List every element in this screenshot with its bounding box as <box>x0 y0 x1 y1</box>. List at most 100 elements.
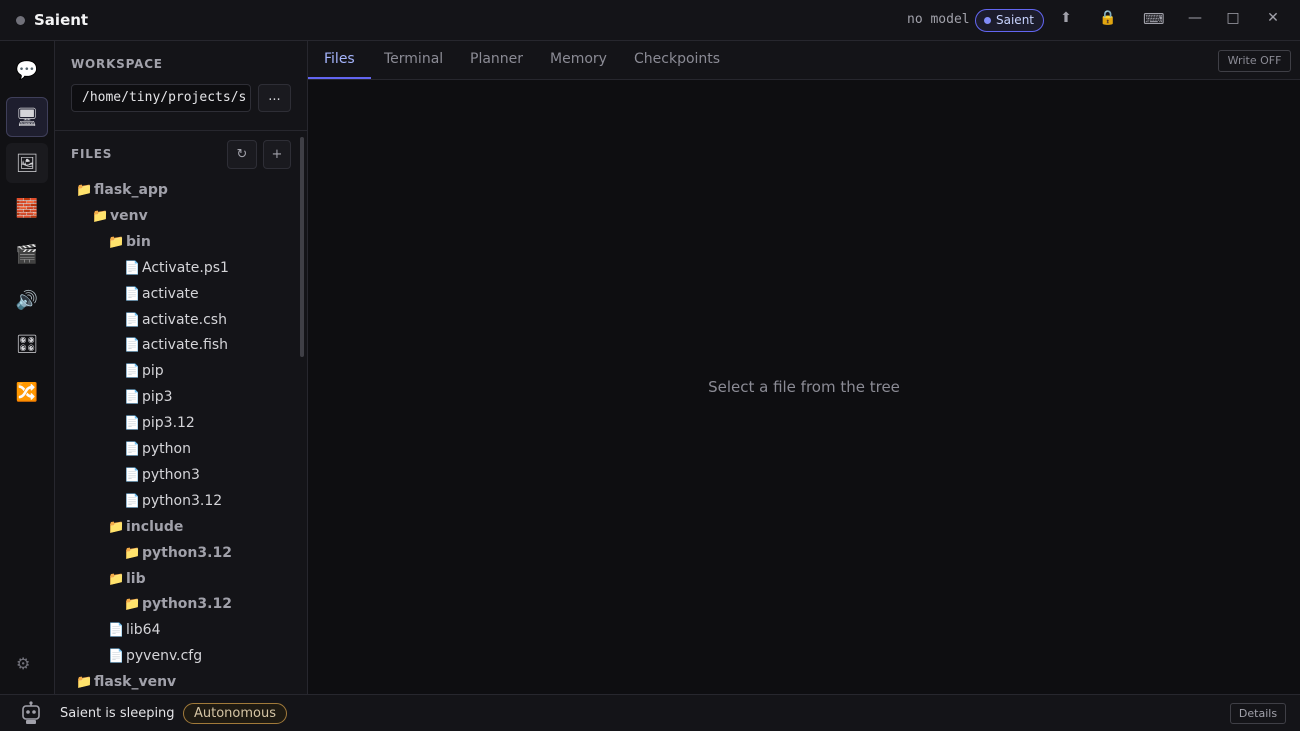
tree-folder[interactable]: 📁 bin <box>108 230 151 254</box>
tree-scrollbar[interactable] <box>300 137 304 357</box>
rail-apps-button[interactable]: 🎛 <box>6 324 48 364</box>
robot-icon <box>22 701 40 724</box>
workspace-label: WORKSPACE <box>71 57 163 71</box>
computer-icon: 🖥 <box>15 106 39 128</box>
tree-item-label: pip3.12 <box>142 415 195 431</box>
file-icon: 📄 <box>124 286 141 302</box>
bricks-icon: 🧱 <box>15 197 39 219</box>
tree-file[interactable]: 📄 pyvenv.cfg <box>108 644 202 668</box>
main-tabs: Files Terminal Planner Memory Checkpoint… <box>308 41 1300 80</box>
tree-item-label: activate.csh <box>142 312 227 328</box>
folder-icon: 📁 <box>76 674 93 690</box>
rail-workspace-button[interactable]: 🖥 <box>6 97 48 137</box>
tree-file[interactable]: 📄 activate.fish <box>124 333 228 357</box>
keyboard-icon[interactable]: ⌨ <box>1143 10 1165 28</box>
workspace-path-input[interactable]: /home/tiny/projects/s <box>71 84 251 112</box>
upload-icon[interactable]: ⬆ <box>1056 10 1076 26</box>
tree-item-label: python3.12 <box>142 493 223 509</box>
rail-image-button[interactable]: 🖼 <box>6 143 48 183</box>
tree-item-label: pip <box>142 363 164 379</box>
tree-folder[interactable]: 📁 python3.12 <box>124 541 232 565</box>
folder-icon: 📁 <box>76 182 93 198</box>
rail-video-button[interactable]: 🎬 <box>6 234 48 274</box>
rail-blocks-button[interactable]: 🧱 <box>6 188 48 228</box>
maximize-button[interactable]: □ <box>1223 10 1243 26</box>
tree-folder[interactable]: 📁 lib <box>108 567 146 591</box>
file-icon: 📄 <box>108 622 125 638</box>
tab-checkpoints[interactable]: Checkpoints <box>618 41 736 79</box>
tree-folder[interactable]: 📁 flask_venv <box>76 670 176 694</box>
tree-item-label: lib64 <box>126 622 161 638</box>
tree-item-label: Activate.ps1 <box>142 260 229 276</box>
tree-folder[interactable]: 📁 python3.12 <box>124 592 232 616</box>
files-label: FILES <box>71 147 113 161</box>
tree-file[interactable]: 📄 activate <box>124 282 199 306</box>
tree-file[interactable]: 📄 python <box>124 437 191 461</box>
tree-item-label: activate <box>142 286 199 302</box>
add-file-button[interactable]: + <box>263 140 291 169</box>
nav-rail: 💬 🖥 🖼 🧱 🎬 🔊 🎛 🔀 ⚙ <box>0 41 55 694</box>
tab-memory[interactable]: Memory <box>534 41 623 79</box>
sidebar-divider <box>55 130 307 131</box>
refresh-files-button[interactable]: ↻ <box>227 140 257 169</box>
settings-gear-icon[interactable]: ⚙ <box>16 654 30 673</box>
tree-item-label: pyvenv.cfg <box>126 648 203 664</box>
files-sidebar: WORKSPACE /home/tiny/projects/s ... FILE… <box>55 41 308 694</box>
tree-file[interactable]: 📄 lib64 <box>108 618 160 642</box>
file-icon: 📄 <box>124 337 141 353</box>
tree-file[interactable]: 📄 python3.12 <box>124 489 222 513</box>
tab-terminal[interactable]: Terminal <box>368 41 459 79</box>
write-toggle-button[interactable]: Write OFF <box>1218 50 1291 72</box>
file-icon: 📄 <box>124 312 141 328</box>
agent-status-dot <box>984 17 991 24</box>
model-label: no model <box>907 12 970 27</box>
tree-file[interactable]: 📄 python3 <box>124 463 200 487</box>
tree-item-label: include <box>126 519 184 535</box>
tree-file[interactable]: 📄 activate.csh <box>124 308 227 332</box>
workspace-browse-button[interactable]: ... <box>258 84 291 112</box>
close-button[interactable]: ✕ <box>1263 10 1283 26</box>
plus-icon: + <box>271 147 283 162</box>
refresh-icon: ↻ <box>236 147 248 162</box>
folder-icon: 📁 <box>108 519 125 535</box>
app-status-dot <box>16 16 25 25</box>
rail-audio-button[interactable]: 🔊 <box>6 280 48 320</box>
shuffle-icon: 🔀 <box>15 381 39 403</box>
file-icon: 📄 <box>124 467 141 483</box>
clapper-icon: 🎬 <box>15 243 39 265</box>
tree-item-label: flask_app <box>94 182 168 198</box>
tree-item-label: python3.12 <box>142 596 232 612</box>
folder-icon: 📁 <box>108 571 125 587</box>
tree-folder[interactable]: 📁 venv <box>92 204 148 228</box>
rail-shuffle-button[interactable]: 🔀 <box>6 372 48 412</box>
image-icon: 🖼 <box>15 152 39 174</box>
tab-files[interactable]: Files <box>308 41 371 79</box>
chat-icon: 💬 <box>15 59 39 81</box>
file-icon: 📄 <box>108 648 125 664</box>
file-icon: 📄 <box>124 363 141 379</box>
tree-folder[interactable]: 📁 include <box>108 515 183 539</box>
folder-icon: 📁 <box>108 234 125 250</box>
agent-selector-pill[interactable]: Saient <box>975 9 1044 32</box>
tree-file[interactable]: 📄 pip3 <box>124 385 173 409</box>
folder-icon: 📁 <box>92 208 109 224</box>
lock-icon[interactable]: 🔒 <box>1098 10 1118 26</box>
rail-chat-button[interactable]: 💬 <box>6 50 48 90</box>
tree-file[interactable]: 📄 Activate.ps1 <box>124 256 229 280</box>
tree-item-label: python <box>142 441 191 457</box>
tree-item-label: pip3 <box>142 389 173 405</box>
details-button[interactable]: Details <box>1230 703 1286 724</box>
status-bar: Saient is sleeping Autonomous Details <box>0 694 1300 731</box>
tree-file[interactable]: 📄 pip <box>124 359 164 383</box>
tree-item-label: python3.12 <box>142 545 232 561</box>
app-title: Saient <box>34 11 89 29</box>
tree-item-label: activate.fish <box>142 337 229 353</box>
tree-folder[interactable]: 📁 flask_app <box>76 178 168 202</box>
tree-file[interactable]: 📄 pip3.12 <box>124 411 195 435</box>
file-icon: 📄 <box>124 493 141 509</box>
tab-planner[interactable]: Planner <box>454 41 539 79</box>
mode-badge[interactable]: Autonomous <box>183 703 288 724</box>
agent-status-text: Saient is sleeping <box>60 706 175 721</box>
minimize-button[interactable]: — <box>1185 10 1205 26</box>
folder-icon: 📁 <box>124 596 141 612</box>
